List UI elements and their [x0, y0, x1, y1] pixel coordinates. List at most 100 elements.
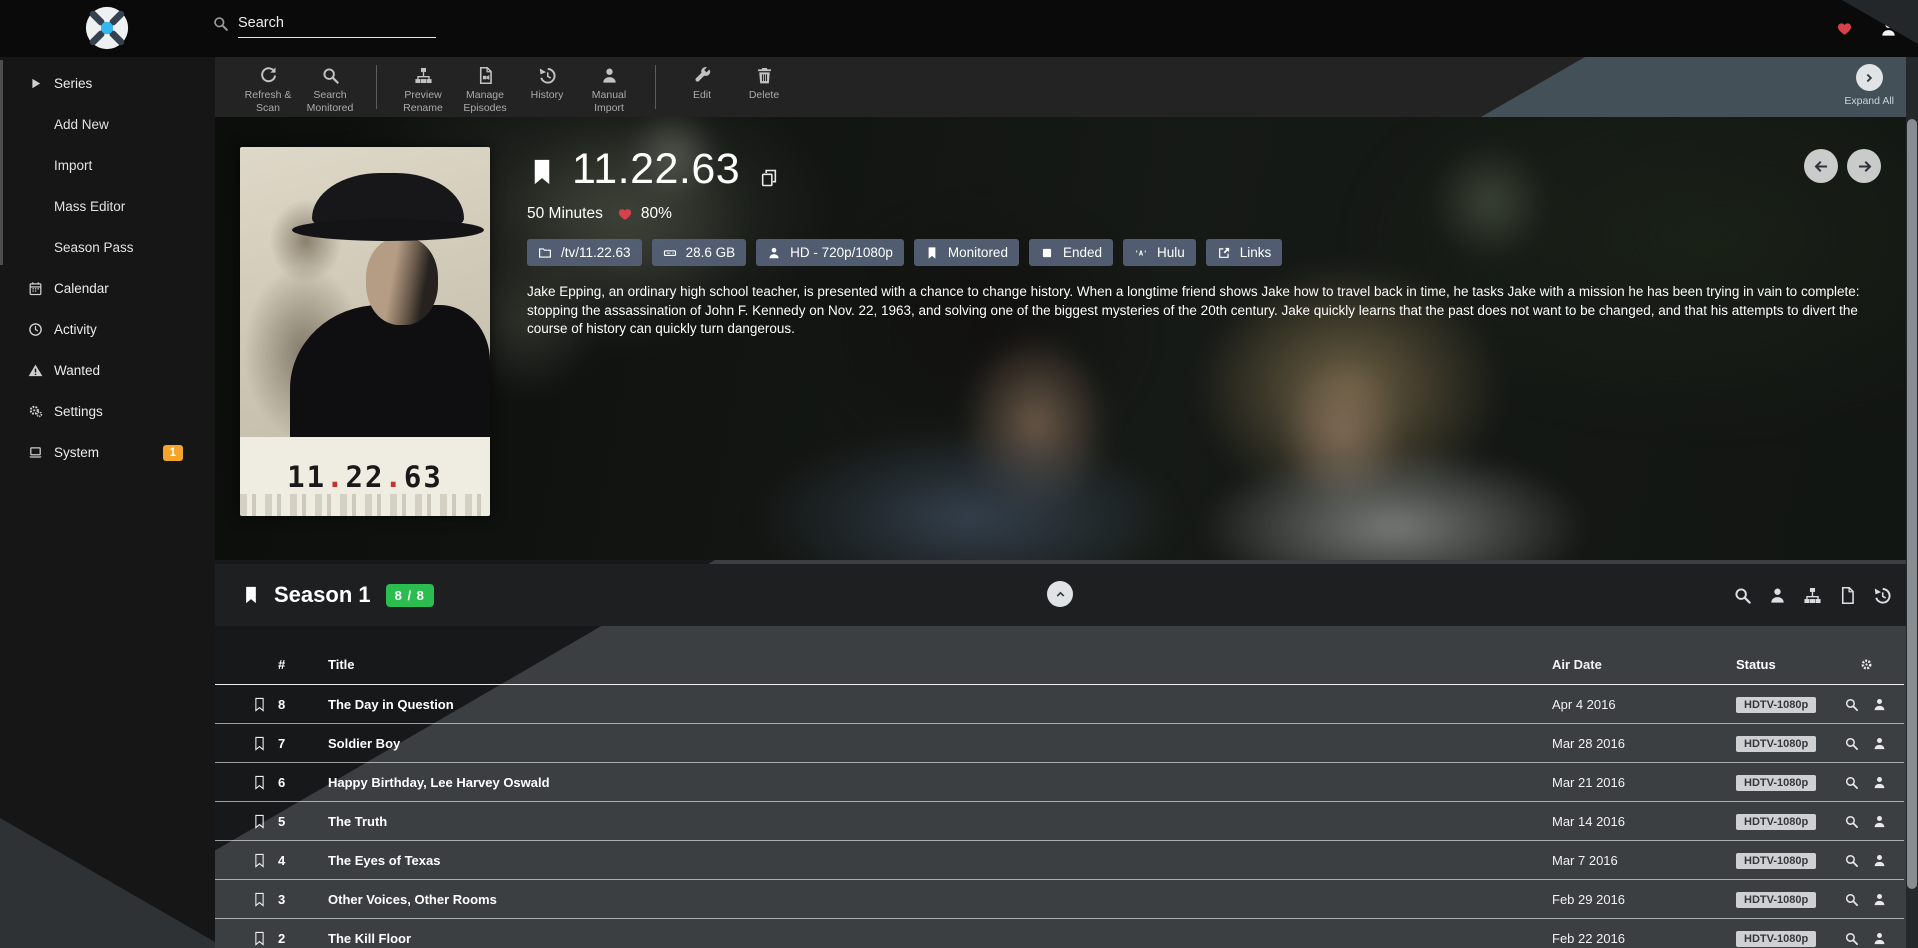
previous-series-button[interactable]: [1804, 149, 1838, 183]
quality-badge: HDTV-1080p: [1736, 892, 1816, 908]
table-options-button[interactable]: [1832, 657, 1888, 672]
series-attribute-chip[interactable]: ('A') Hulu: [1123, 239, 1196, 266]
episode-title-link[interactable]: Happy Birthday, Lee Harvey Oswald: [328, 775, 1532, 790]
episode-air-date: Feb 22 2016: [1532, 931, 1722, 946]
episode-monitored-toggle[interactable]: [240, 775, 278, 790]
series-poster[interactable]: 11.22.63: [240, 147, 490, 516]
toolbar-button[interactable]: Manage Episodes: [454, 65, 516, 114]
poster-artwork: [240, 147, 490, 437]
episode-air-date: Mar 21 2016: [1532, 775, 1722, 790]
sidebar-item[interactable]: Wanted: [0, 350, 215, 391]
series-attribute-chip[interactable]: 28.6 GB: [652, 239, 747, 266]
external-link-icon: [1217, 246, 1231, 260]
season-collapse-button[interactable]: [1047, 581, 1073, 607]
toolbar-button[interactable]: Search Monitored: [299, 65, 361, 114]
person-icon: [600, 65, 619, 86]
toolbar-button[interactable]: Preview Rename: [392, 65, 454, 114]
episode-air-date: Mar 28 2016: [1532, 736, 1722, 751]
episode-number: 5: [278, 814, 328, 829]
episode-number: 8: [278, 697, 328, 712]
bookmark-icon: [925, 246, 939, 260]
sidebar-item[interactable]: Activity: [0, 309, 215, 350]
episode-search-button[interactable]: [1844, 736, 1859, 751]
season-interactive-search-button[interactable]: [1768, 586, 1787, 605]
warning-icon: [26, 363, 44, 378]
episode-monitored-toggle[interactable]: [240, 931, 278, 946]
episode-interactive-search-button[interactable]: [1872, 853, 1887, 868]
sidebar-item[interactable]: Season Pass: [0, 227, 215, 268]
episode-monitored-toggle[interactable]: [240, 892, 278, 907]
series-monitored-toggle[interactable]: [527, 157, 557, 187]
episode-search-button[interactable]: [1844, 697, 1859, 712]
series-attribute-chip[interactable]: Monitored: [914, 239, 1019, 266]
season-rename-button[interactable]: [1803, 586, 1822, 605]
clock-icon: [26, 322, 44, 337]
sidebar-bottom-decoration: [0, 813, 215, 948]
toolbar-button[interactable]: Refresh & Scan: [237, 65, 299, 114]
episode-title-link[interactable]: The Day in Question: [328, 697, 1532, 712]
season-episode-count-badge: 8 / 8: [386, 584, 434, 607]
page-scrollbar[interactable]: [1906, 57, 1918, 948]
sidebar-item[interactable]: Calendar: [0, 268, 215, 309]
series-attribute-chip[interactable]: HD - 720p/1080p: [756, 239, 904, 266]
toolbar-button[interactable]: History: [516, 65, 578, 102]
calendar-icon: [26, 281, 44, 296]
next-series-button[interactable]: [1847, 149, 1881, 183]
alternate-titles-icon[interactable]: [759, 168, 779, 188]
episode-interactive-search-button[interactable]: [1872, 775, 1887, 790]
episode-title-link[interactable]: The Eyes of Texas: [328, 853, 1532, 868]
series-attribute-chip[interactable]: /tv/11.22.63: [527, 239, 642, 266]
scrollbar-thumb[interactable]: [1907, 119, 1917, 889]
episode-monitored-toggle[interactable]: [240, 853, 278, 868]
episode-interactive-search-button[interactable]: [1872, 736, 1887, 751]
sidebar-item[interactable]: Settings: [0, 391, 215, 432]
column-air-date: Air Date: [1532, 657, 1722, 672]
episode-title-link[interactable]: The Truth: [328, 814, 1532, 829]
episode-monitored-toggle[interactable]: [240, 697, 278, 712]
series-attribute-chip[interactable]: Links: [1206, 239, 1283, 266]
svg-text:('A'): ('A'): [1134, 249, 1148, 257]
episode-search-button[interactable]: [1844, 931, 1859, 946]
episode-row: 8 The Day in Question Apr 4 2016 HDTV-10…: [215, 685, 1904, 724]
sidebar-item[interactable]: Mass Editor: [0, 186, 215, 227]
episode-interactive-search-button[interactable]: [1872, 892, 1887, 907]
episode-row: 5 The Truth Mar 14 2016 HDTV-1080p: [215, 802, 1904, 841]
episode-search-button[interactable]: [1844, 775, 1859, 790]
search-input[interactable]: [238, 13, 436, 38]
episode-title-link[interactable]: Other Voices, Other Rooms: [328, 892, 1532, 907]
season-search-button[interactable]: [1733, 586, 1752, 605]
episode-interactive-search-button[interactable]: [1872, 931, 1887, 946]
toolbar-button[interactable]: Edit: [671, 65, 733, 102]
season-header[interactable]: Season 1 8 / 8: [215, 564, 1918, 626]
episode-search-button[interactable]: [1844, 892, 1859, 907]
episode-search-button[interactable]: [1844, 853, 1859, 868]
sidebar-item[interactable]: Add New: [0, 104, 215, 145]
sidebar-item[interactable]: Series: [0, 63, 215, 104]
episode-monitored-toggle[interactable]: [240, 736, 278, 751]
episode-title-link[interactable]: The Kill Floor: [328, 931, 1532, 946]
episode-monitored-toggle[interactable]: [240, 814, 278, 829]
series-attribute-chip[interactable]: Ended: [1029, 239, 1113, 266]
laptop-icon: [26, 445, 44, 460]
episode-interactive-search-button[interactable]: [1872, 697, 1887, 712]
chevron-right-icon: [1856, 64, 1883, 91]
episode-title-link[interactable]: Soldier Boy: [328, 736, 1532, 751]
episode-row: 3 Other Voices, Other Rooms Feb 29 2016 …: [215, 880, 1904, 919]
quality-badge: HDTV-1080p: [1736, 736, 1816, 752]
series-title: 11.22.63: [572, 147, 740, 192]
season-monitored-toggle[interactable]: [241, 585, 261, 605]
sonarr-logo-icon[interactable]: [84, 5, 130, 51]
episode-interactive-search-button[interactable]: [1872, 814, 1887, 829]
episode-search-button[interactable]: [1844, 814, 1859, 829]
season-file-info-button[interactable]: [1838, 586, 1857, 605]
expand-all-button[interactable]: Expand All: [1844, 64, 1894, 107]
toolbar-button[interactable]: Delete: [733, 65, 795, 102]
sidebar-item[interactable]: System 1: [0, 432, 215, 473]
toolbar-button[interactable]: Manual Import: [578, 65, 640, 114]
toolbar-divider: [655, 65, 656, 109]
season-history-button[interactable]: [1873, 586, 1892, 605]
donate-heart-icon[interactable]: [1836, 20, 1853, 37]
person-icon: [767, 246, 781, 260]
sidebar-scrollbar[interactable]: [0, 60, 3, 265]
sidebar-item[interactable]: Import: [0, 145, 215, 186]
